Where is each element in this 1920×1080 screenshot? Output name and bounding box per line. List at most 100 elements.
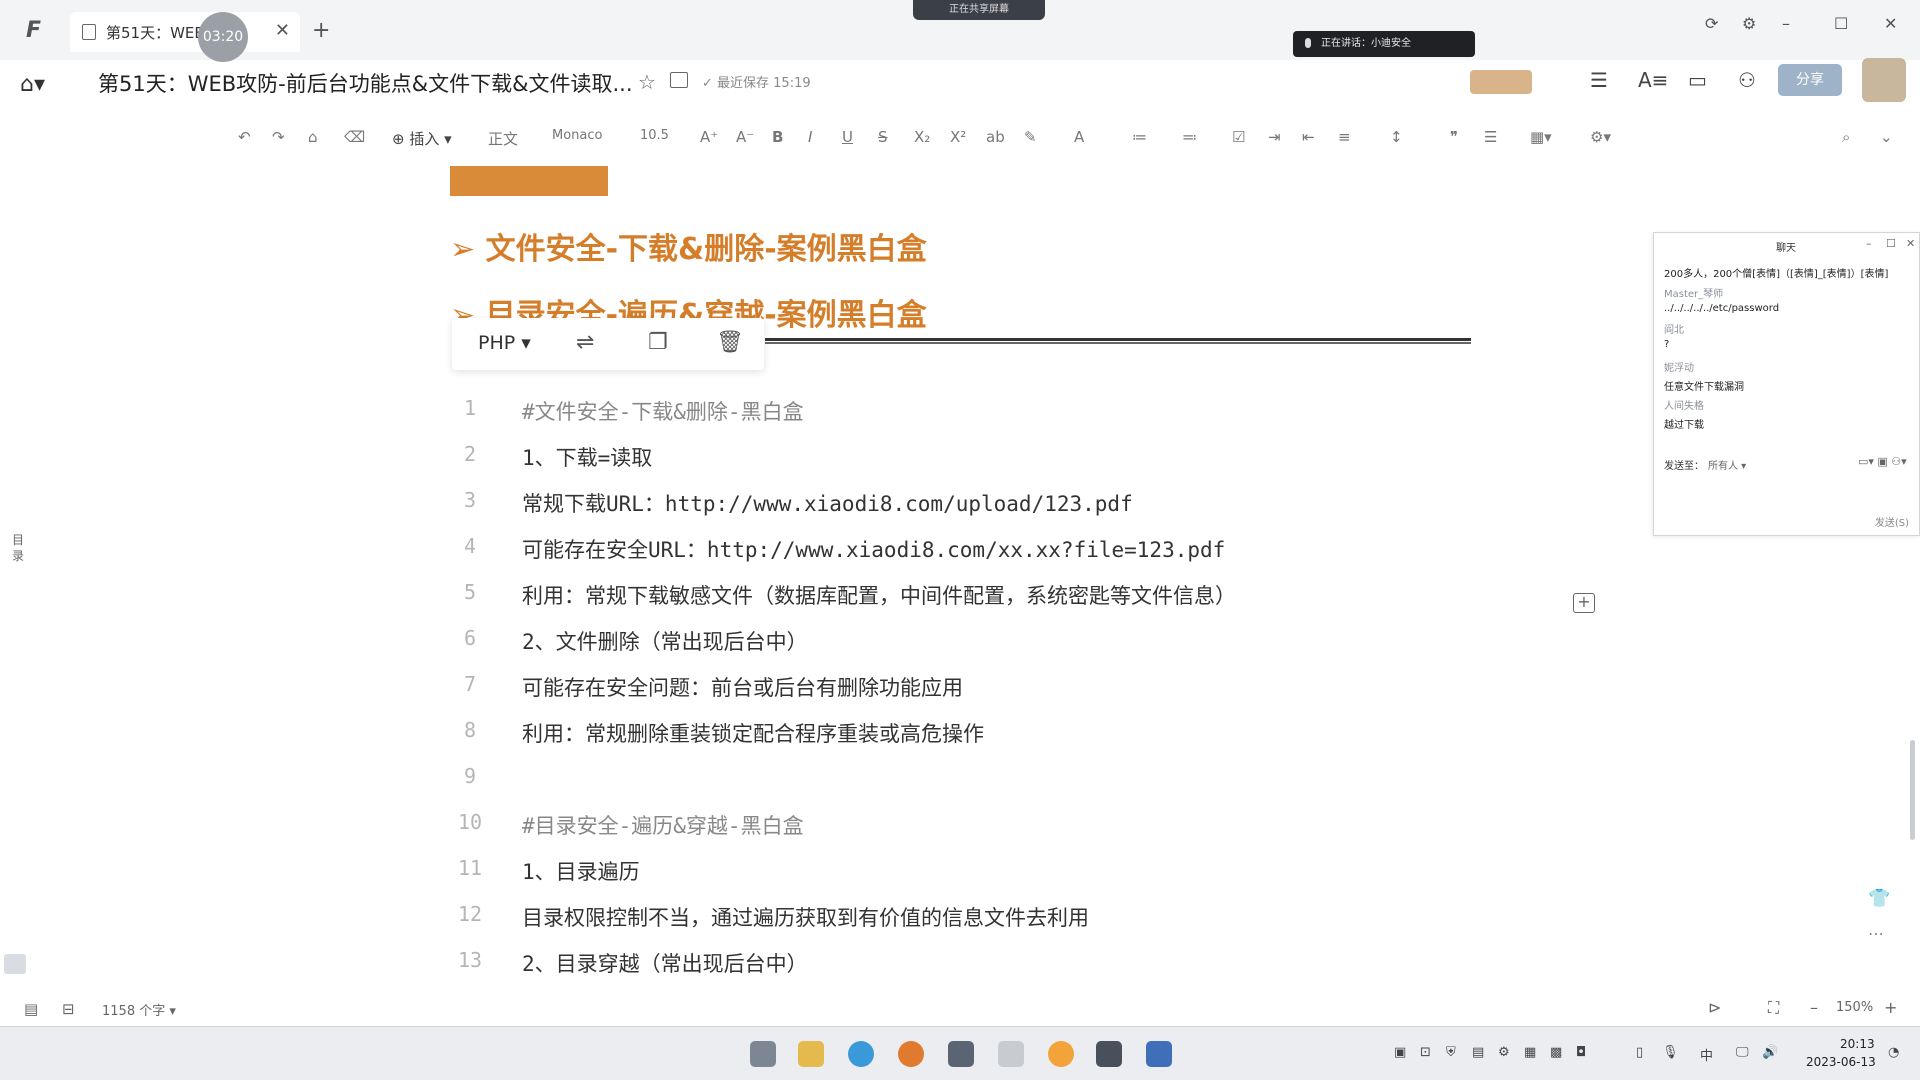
- maximize-button[interactable]: ☐: [1834, 14, 1848, 33]
- app-logo-icon[interactable]: F: [26, 18, 54, 44]
- text-format-icon[interactable]: A≡: [1638, 68, 1668, 92]
- share-button[interactable]: 分享: [1778, 64, 1842, 96]
- size-select[interactable]: 10.5: [640, 128, 669, 143]
- italic-icon[interactable]: I: [808, 128, 812, 146]
- font-color-icon[interactable]: A: [1074, 128, 1084, 146]
- delete-icon[interactable]: 🗑: [716, 330, 744, 355]
- bullet-list-icon[interactable]: ≔: [1132, 128, 1147, 146]
- volume-icon[interactable]: 🔊: [1762, 1045, 1778, 1060]
- chat-close-button[interactable]: ✕: [1906, 237, 1915, 250]
- line-spacing-icon[interactable]: ↕: [1390, 128, 1403, 146]
- chrome-browser-icon[interactable]: [898, 1041, 924, 1067]
- chat-popout-button[interactable]: ☐: [1886, 237, 1896, 250]
- format-painter-icon[interactable]: ⌂: [308, 128, 318, 146]
- subscript-icon[interactable]: X₂: [914, 128, 930, 146]
- underline-icon[interactable]: U: [842, 128, 853, 146]
- shirt-icon[interactable]: 👕: [1868, 888, 1890, 909]
- chat-input[interactable]: [1654, 473, 1919, 513]
- home-icon[interactable]: ⌂▾: [20, 72, 45, 97]
- close-window-button[interactable]: ✕: [1884, 14, 1897, 33]
- zoom-out-button[interactable]: –: [1810, 998, 1818, 1017]
- style-select[interactable]: 正文: [488, 128, 518, 149]
- tray-network-icon[interactable]: ◘: [1576, 1045, 1586, 1060]
- wrap-lines-icon[interactable]: ⇌: [576, 330, 594, 355]
- clock-time[interactable]: 20:13: [1840, 1037, 1875, 1051]
- display-icon[interactable]: 🖵: [1736, 1045, 1749, 1060]
- close-tab-icon[interactable]: ✕: [275, 20, 290, 41]
- divider-icon[interactable]: ☰: [1484, 128, 1497, 146]
- scrollbar[interactable]: [1910, 740, 1915, 840]
- plugin-icon[interactable]: ⚙▾: [1590, 128, 1611, 146]
- collaborator-avatars[interactable]: [1470, 70, 1532, 94]
- move-folder-icon[interactable]: [670, 72, 688, 88]
- indent-icon[interactable]: ⇥: [1268, 128, 1281, 146]
- collaborate-icon[interactable]: ⚇: [1738, 68, 1756, 92]
- clock-date[interactable]: 2023-06-13: [1806, 1055, 1876, 1069]
- zoom-in-button[interactable]: +: [1884, 998, 1897, 1017]
- edge-browser-icon[interactable]: [848, 1041, 874, 1067]
- app-icon[interactable]: [998, 1041, 1024, 1067]
- firefox-icon[interactable]: [1048, 1041, 1074, 1067]
- code-language-select[interactable]: PHP ▾: [478, 332, 531, 354]
- word-count[interactable]: 1158 个字 ▾: [102, 1000, 176, 1019]
- tray-wps-icon[interactable]: ▤: [1472, 1045, 1484, 1060]
- notification-icon[interactable]: ◔: [1888, 1045, 1899, 1060]
- ime-indicator[interactable]: 中: [1700, 1045, 1713, 1064]
- tray-mic-icon[interactable]: 🎙: [1662, 1045, 1679, 1060]
- brush-icon[interactable]: ✎: [1024, 128, 1037, 146]
- outdent-icon[interactable]: ⇤: [1302, 128, 1315, 146]
- start-button[interactable]: [750, 1041, 776, 1067]
- tray-phone-icon[interactable]: ▯: [1636, 1045, 1643, 1060]
- highlight-icon[interactable]: ab: [986, 128, 1005, 146]
- screen-share-badge[interactable]: 正在共享屏幕: [913, 0, 1045, 20]
- user-avatar[interactable]: [1862, 58, 1906, 102]
- document-title[interactable]: 第51天：WEB攻防-前后台功能点&文件下载&文件读取...: [98, 68, 633, 98]
- tray-window-icon[interactable]: ▦: [1524, 1045, 1536, 1060]
- strikethrough-icon[interactable]: S: [878, 128, 888, 146]
- minimize-button[interactable]: –: [1782, 14, 1790, 33]
- font-select[interactable]: Monaco: [552, 128, 602, 143]
- play-icon[interactable]: ⊳: [1708, 998, 1721, 1017]
- table-icon[interactable]: ▦▾: [1530, 128, 1552, 146]
- page-view-icon[interactable]: ▤: [24, 1000, 38, 1018]
- align-icon[interactable]: ≡: [1338, 128, 1351, 146]
- wps-icon[interactable]: [1096, 1041, 1122, 1067]
- superscript-icon[interactable]: X²: [950, 128, 966, 146]
- more-icon[interactable]: ⋯: [1868, 924, 1884, 943]
- tray-capture-icon[interactable]: ⊡: [1420, 1045, 1431, 1060]
- fullscreen-icon[interactable]: ⛶: [1768, 998, 1779, 1018]
- numbered-list-icon[interactable]: ≕: [1182, 128, 1197, 146]
- tray-shield-icon[interactable]: ⛨: [1446, 1045, 1456, 1060]
- undo-icon[interactable]: ↶: [238, 128, 251, 146]
- present-icon[interactable]: ▭: [1688, 68, 1707, 92]
- menu-icon[interactable]: ☰: [1590, 68, 1608, 92]
- notepad-icon[interactable]: [948, 1041, 974, 1067]
- checklist-icon[interactable]: ☑: [1232, 128, 1245, 146]
- tray-meeting-icon[interactable]: ▩: [1550, 1045, 1562, 1060]
- font-shrink-icon[interactable]: A⁻: [736, 128, 754, 146]
- sync-icon[interactable]: ⟳: [1705, 14, 1718, 33]
- chat-minimize-button[interactable]: –: [1866, 237, 1872, 250]
- layout-icon[interactable]: ⊟: [62, 1000, 75, 1018]
- insert-button[interactable]: ⊕ 插入 ▾: [392, 128, 452, 149]
- send-button[interactable]: 发送(S): [1875, 514, 1909, 529]
- side-list-icon[interactable]: [4, 954, 26, 974]
- bold-icon[interactable]: B: [772, 128, 783, 146]
- copy-icon[interactable]: ❐: [648, 330, 668, 355]
- search-icon[interactable]: ⌕: [1842, 128, 1850, 146]
- document-tab[interactable]: 第51天：WEB ✕: [70, 12, 300, 52]
- new-tab-button[interactable]: +: [312, 18, 330, 43]
- quote-icon[interactable]: ❞: [1450, 128, 1458, 146]
- file-explorer-icon[interactable]: [798, 1041, 824, 1067]
- outline-toggle[interactable]: 目录: [12, 532, 26, 564]
- eraser-icon[interactable]: ⌫: [344, 128, 365, 146]
- chat-tools-icon[interactable]: ▭▾ ▣ ⚇▾: [1858, 455, 1907, 468]
- photos-icon[interactable]: [1146, 1041, 1172, 1067]
- send-to-select[interactable]: 所有人 ▾: [1708, 457, 1746, 472]
- font-grow-icon[interactable]: A⁺: [700, 128, 718, 146]
- tray-settings-icon[interactable]: ⚙: [1498, 1045, 1510, 1060]
- add-comment-icon[interactable]: +: [1573, 593, 1595, 613]
- meeting-timer[interactable]: 03:20: [198, 12, 248, 62]
- star-icon[interactable]: ☆: [638, 70, 656, 94]
- redo-icon[interactable]: ↷: [272, 128, 285, 146]
